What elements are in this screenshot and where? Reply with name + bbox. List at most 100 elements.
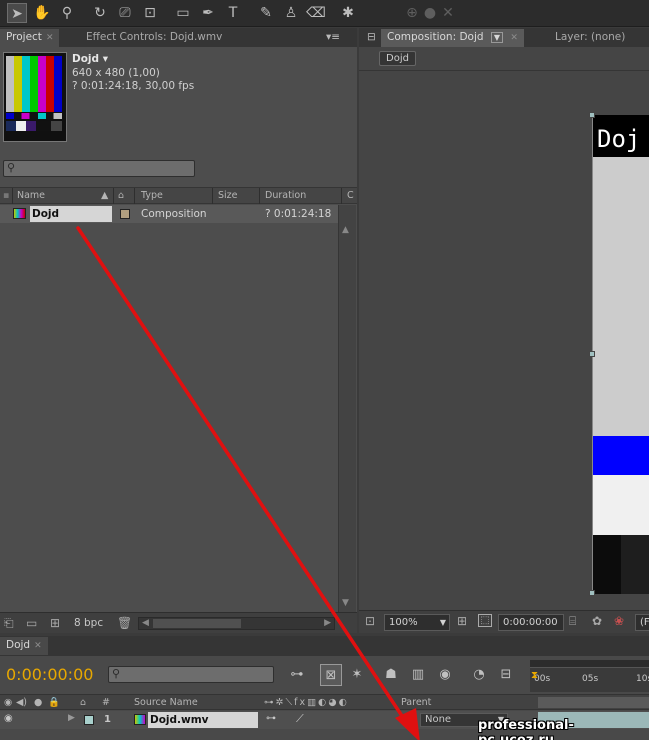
- view-axis-icon[interactable]: ✕: [438, 3, 458, 23]
- zoom-tool-icon[interactable]: ⚲: [57, 3, 77, 23]
- composition-viewer[interactable]: Doj: [359, 72, 649, 610]
- snapshot-icon[interactable]: ⌸: [569, 614, 576, 629]
- close-icon[interactable]: ✕: [46, 33, 54, 43]
- comp-info-size: 640 x 480 (1,00): [72, 67, 160, 79]
- layer-name[interactable]: Dojd.wmv: [148, 712, 258, 728]
- blue-bar: [593, 436, 649, 475]
- resolution-dropdown[interactable]: (F: [635, 614, 649, 631]
- draft-3d-icon[interactable]: ✶: [346, 664, 368, 686]
- chevron-down-icon[interactable]: ▼: [490, 32, 504, 43]
- column-type[interactable]: Type: [141, 190, 163, 201]
- tab-effect-controls[interactable]: Effect Controls: Dojd.wmv: [80, 29, 228, 47]
- scroll-up-icon[interactable]: ▲: [342, 225, 349, 235]
- project-item-type: Composition: [141, 208, 207, 220]
- new-folder-icon[interactable]: ▭: [26, 616, 37, 630]
- shy-switch-icon[interactable]: ⊶: [266, 713, 276, 724]
- transform-handle[interactable]: [589, 351, 595, 357]
- new-composition-icon[interactable]: ⊞: [50, 616, 60, 630]
- project-search-input[interactable]: ⚲: [3, 160, 195, 177]
- brush-tool-icon[interactable]: ✎: [256, 3, 276, 23]
- watermark: professional-pc.ucoz.ru: [478, 718, 574, 740]
- eye-icon[interactable]: ◉: [4, 713, 13, 724]
- close-icon[interactable]: ✕: [34, 641, 42, 651]
- tab-composition[interactable]: Composition: Dojd ▼ ✕: [381, 29, 524, 47]
- hide-shy-layers-icon[interactable]: ☗: [380, 664, 402, 686]
- column-size[interactable]: Size: [218, 190, 238, 201]
- tab-project[interactable]: Project ✕: [0, 29, 60, 47]
- rectangle-tool-icon[interactable]: ▭: [173, 3, 193, 23]
- frame-blending-icon[interactable]: ▥: [407, 664, 429, 686]
- playhead-icon[interactable]: ⧗: [531, 670, 538, 681]
- interpret-footage-icon[interactable]: ⎗: [4, 616, 14, 631]
- column-name[interactable]: Name: [17, 190, 45, 201]
- search-icon: ⚲: [112, 667, 121, 680]
- brainstorm-icon[interactable]: ◔: [468, 664, 490, 686]
- bit-depth-button[interactable]: 8 bpc: [74, 617, 103, 629]
- timeline-current-time[interactable]: 0:00:00:00: [6, 665, 93, 684]
- quality-switch-icon[interactable]: ⟋: [296, 712, 304, 726]
- scroll-left-icon[interactable]: ◀: [142, 618, 149, 628]
- timeline-search-input[interactable]: ⚲: [108, 666, 274, 683]
- project-scrollbar[interactable]: ▲ ▼: [338, 205, 356, 612]
- project-tabbar: Project ✕ Effect Controls: Dojd.wmv ▾≡: [0, 28, 357, 47]
- tab-layer[interactable]: Layer: (none): [549, 29, 631, 47]
- project-item-row[interactable]: Dojd Composition ? 0:01:24:18: [0, 205, 338, 223]
- switches-icons: ⊶✲⟍fx▥◐◕◐: [264, 697, 349, 708]
- comp-info-duration: ? 0:01:24:18, 30,00 fps: [72, 80, 195, 92]
- live-update-icon[interactable]: ⊠: [320, 664, 342, 686]
- time-ruler[interactable]: 00s 05s 10s ⧗: [530, 660, 649, 692]
- scroll-right-icon[interactable]: ▶: [324, 618, 331, 628]
- eraser-tool-icon[interactable]: ⌫: [306, 3, 326, 23]
- lock-icon[interactable]: ⊟: [361, 29, 382, 47]
- camera-tool-icon[interactable]: ⎚: [115, 3, 135, 23]
- expand-arrow-icon[interactable]: ▶: [68, 713, 75, 723]
- motion-blur-icon[interactable]: ◉: [434, 664, 456, 686]
- label-color-swatch[interactable]: [84, 715, 94, 725]
- project-item-name[interactable]: Dojd: [30, 206, 112, 222]
- tab-timeline-comp[interactable]: Dojd ✕: [0, 637, 48, 655]
- project-item-duration: ? 0:01:24:18: [265, 208, 332, 220]
- pan-behind-tool-icon[interactable]: ⊡: [140, 3, 160, 23]
- composition-icon: [13, 208, 26, 219]
- grid-guides-icon[interactable]: ⊞: [457, 614, 467, 628]
- selection-tool-icon[interactable]: ➤: [7, 3, 27, 23]
- magnification-dropdown[interactable]: 100% ▼: [384, 614, 450, 631]
- ruler-label: 10s: [636, 674, 649, 684]
- rotation-tool-icon[interactable]: ↻: [90, 3, 110, 23]
- transform-handle[interactable]: [589, 112, 595, 118]
- column-duration[interactable]: Duration: [265, 190, 306, 201]
- trash-icon[interactable]: 🗑: [117, 616, 132, 630]
- breadcrumb-comp[interactable]: Dojd: [379, 51, 416, 66]
- pen-tool-icon[interactable]: ✒: [198, 3, 218, 23]
- parent-pickwhip-icon[interactable]: @: [404, 713, 414, 724]
- lock-column-icon: 🔒: [48, 697, 60, 708]
- channel-icon[interactable]: ❀: [614, 614, 624, 628]
- panel-menu-icon[interactable]: ▾≡: [320, 29, 346, 47]
- graph-editor-icon[interactable]: ⊟: [495, 664, 517, 686]
- current-time-display[interactable]: 0:00:00:00: [498, 614, 564, 631]
- always-preview-icon[interactable]: ⊡: [365, 614, 375, 628]
- close-icon[interactable]: ✕: [510, 33, 518, 43]
- composition-frame: Doj: [592, 115, 649, 594]
- column-comment[interactable]: C: [347, 190, 354, 201]
- type-tool-icon[interactable]: T: [223, 3, 243, 23]
- chevron-down-icon[interactable]: ▾: [103, 53, 108, 65]
- column-source-name[interactable]: Source Name: [134, 697, 198, 708]
- show-snapshot-icon[interactable]: ✿: [592, 614, 602, 628]
- sort-ascending-icon[interactable]: ▲: [101, 190, 108, 201]
- label-color-swatch[interactable]: [120, 209, 130, 219]
- horizontal-scrollbar[interactable]: ◀ ▶: [138, 617, 335, 630]
- scroll-down-icon[interactable]: ▼: [342, 598, 349, 608]
- comp-mini-flowchart-icon[interactable]: ⊶: [286, 664, 308, 686]
- puppet-pin-tool-icon[interactable]: ✱: [338, 3, 358, 23]
- mask-visibility-icon[interactable]: ⬚: [478, 614, 492, 627]
- layer-number: 1: [104, 714, 111, 725]
- transform-handle[interactable]: [589, 590, 595, 596]
- axis-mode-icon[interactable]: ⊕: [402, 3, 422, 23]
- comp-name[interactable]: Dojd ▾: [72, 53, 108, 65]
- hand-tool-icon[interactable]: ✋: [32, 3, 52, 23]
- label-tag-icon[interactable]: ⌂: [118, 190, 124, 201]
- timeline-column-header: ◉ ◀) ● 🔒 ⌂ # Source Name ⊶✲⟍fx▥◐◕◐ Paren…: [0, 694, 649, 710]
- clone-stamp-tool-icon[interactable]: ♙: [281, 3, 301, 23]
- world-axis-icon[interactable]: ●: [420, 3, 440, 23]
